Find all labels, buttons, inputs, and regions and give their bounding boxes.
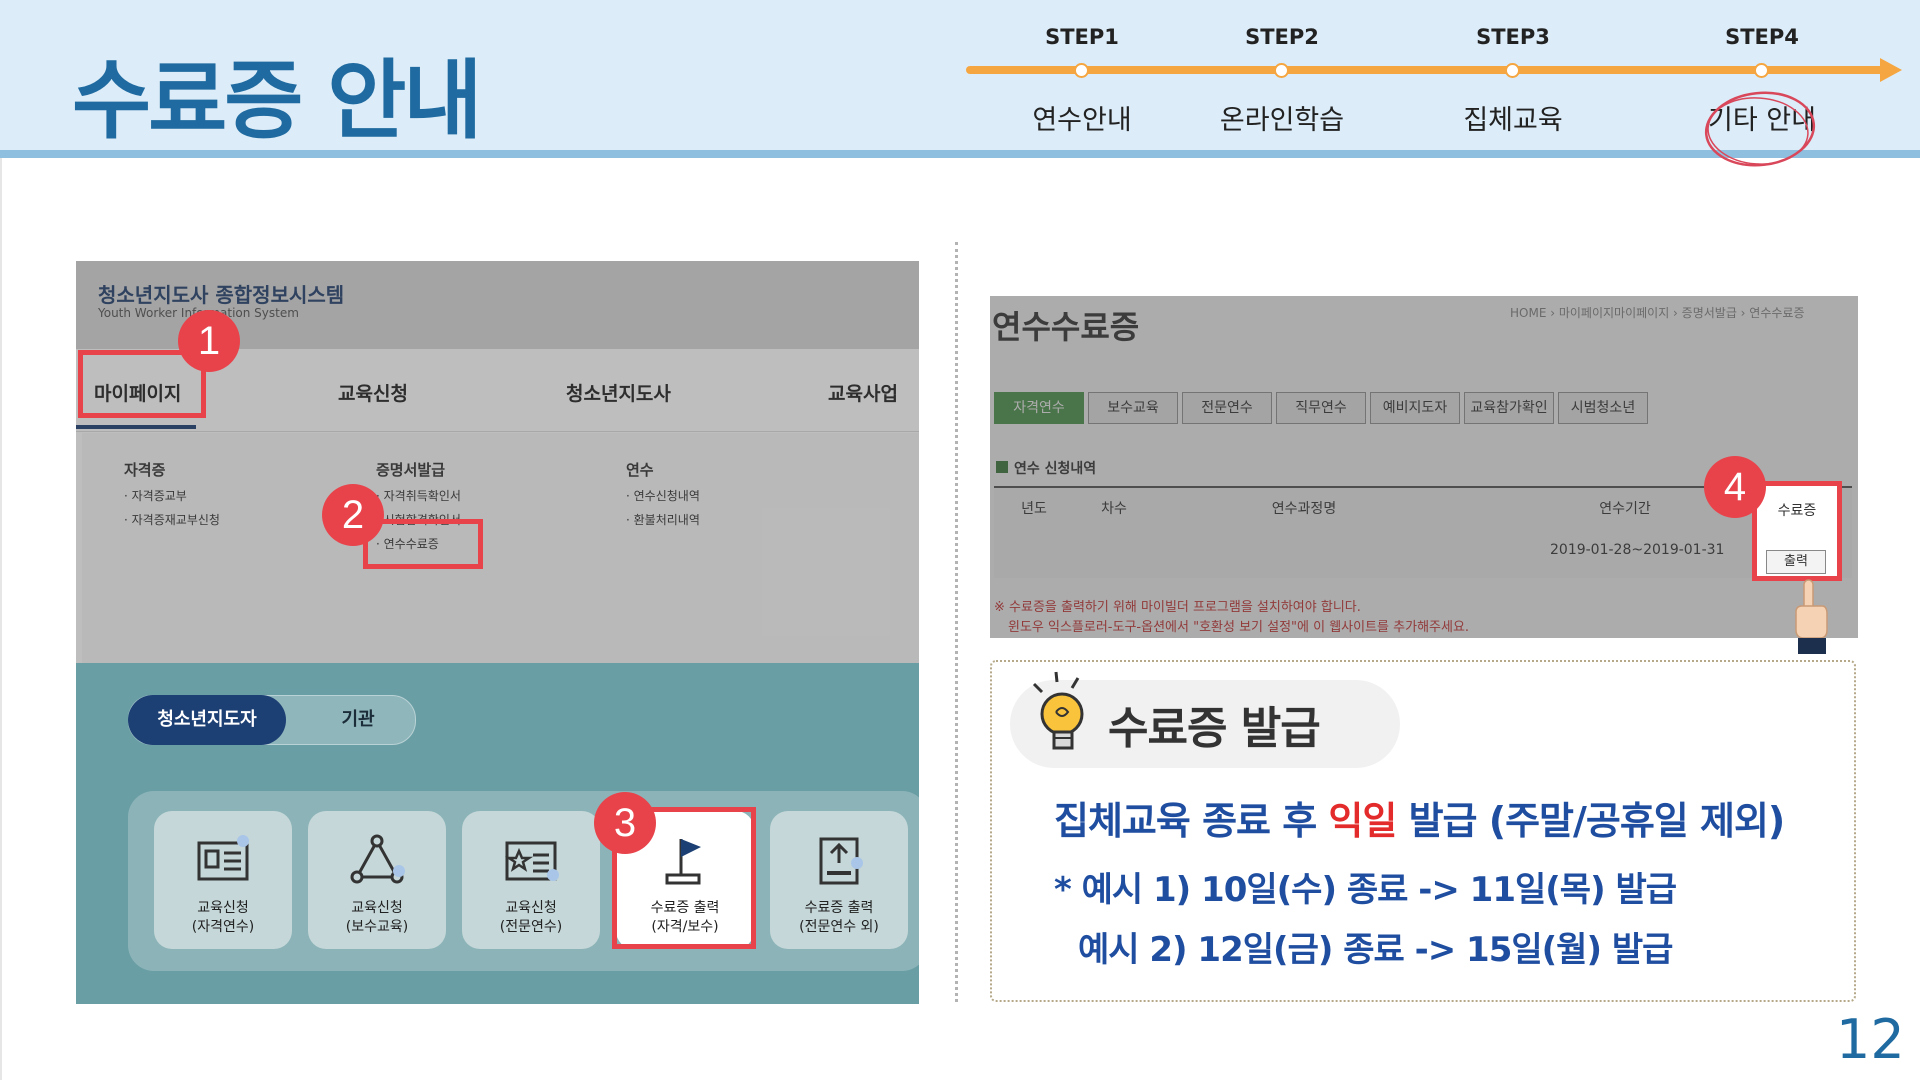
step-badge-1: 1: [178, 310, 240, 372]
card-label-line1: 수료증 출력: [804, 900, 874, 916]
card-certificate-print-other[interactable]: 수료증 출력 (전문연수 외): [770, 811, 908, 949]
step-badge-3: 3: [594, 792, 656, 854]
card-label-line1: 교육신청: [505, 900, 557, 916]
page-number: 12: [1836, 1008, 1905, 1071]
page-title: 수료증 안내: [72, 51, 483, 151]
info-main-part: 발급 (주말/공휴일 제외): [1396, 799, 1786, 843]
step-badge-4: 4: [1704, 456, 1766, 518]
card-apply-refresher[interactable]: 교육신청 (보수교육): [308, 811, 446, 949]
info-example-2: 예시 2) 12일(금) 종료 -> 15일(월) 발급: [1078, 930, 1673, 970]
card-label-line2: (자격연수): [191, 919, 255, 935]
step-label: STEP3: [1476, 25, 1550, 49]
step-label: STEP4: [1725, 25, 1799, 49]
info-main-part: 집체교육 종료 후: [1054, 799, 1329, 843]
card-apply-qualification[interactable]: 교육신청 (자격연수): [154, 811, 292, 949]
step-name: 연수안내: [1032, 105, 1132, 136]
left-rule: [0, 158, 2, 1080]
step-dot: [1074, 63, 1089, 78]
step-label: STEP2: [1245, 25, 1319, 49]
step-timeline: [966, 66, 1886, 74]
id-card-star-icon: [504, 841, 559, 881]
info-main-highlight: 익일: [1328, 799, 1397, 843]
upload-box-icon: [819, 837, 863, 885]
step-badge-2: 2: [322, 484, 384, 546]
highlight-scribble-icon: [1704, 91, 1816, 167]
pointer-hand-icon: [1795, 579, 1828, 654]
card-apply-professional[interactable]: 교육신청 (전문연수): [462, 811, 600, 949]
document-card-icon: [197, 835, 249, 881]
step-name: 온라인학습: [1219, 105, 1345, 136]
card-label-line2: (전문연수): [499, 919, 563, 935]
card-label-line1: 교육신청: [197, 900, 249, 916]
center-divider: [955, 242, 958, 1002]
lightbulb-icon: [1032, 671, 1084, 750]
step-dot: [1505, 63, 1520, 78]
card-label-line2: (전문연수 외): [799, 919, 879, 935]
step-dot: [1274, 63, 1289, 78]
step-dot: [1754, 63, 1769, 78]
card-label-line2: (보수교육): [345, 919, 409, 935]
info-title: 수료증 발급: [1108, 703, 1321, 754]
toggle-youth-worker[interactable]: 청소년지도자: [128, 695, 286, 745]
toggle-institution[interactable]: 기관: [308, 695, 408, 745]
network-triangle-icon: [350, 834, 405, 884]
info-main-text: 집체교육 종료 후 익일 발급 (주말/공휴일 제외): [1054, 790, 1786, 845]
card-label-line1: 교육신청: [351, 900, 403, 916]
info-example-1: * 예시 1) 10일(수) 종료 -> 11일(목) 발급: [1054, 870, 1677, 910]
step-name: 집체교육: [1463, 105, 1563, 136]
timeline-arrow-icon: [1880, 58, 1902, 82]
step-label: STEP1: [1045, 25, 1119, 49]
highlight-print-column: [1752, 481, 1842, 581]
